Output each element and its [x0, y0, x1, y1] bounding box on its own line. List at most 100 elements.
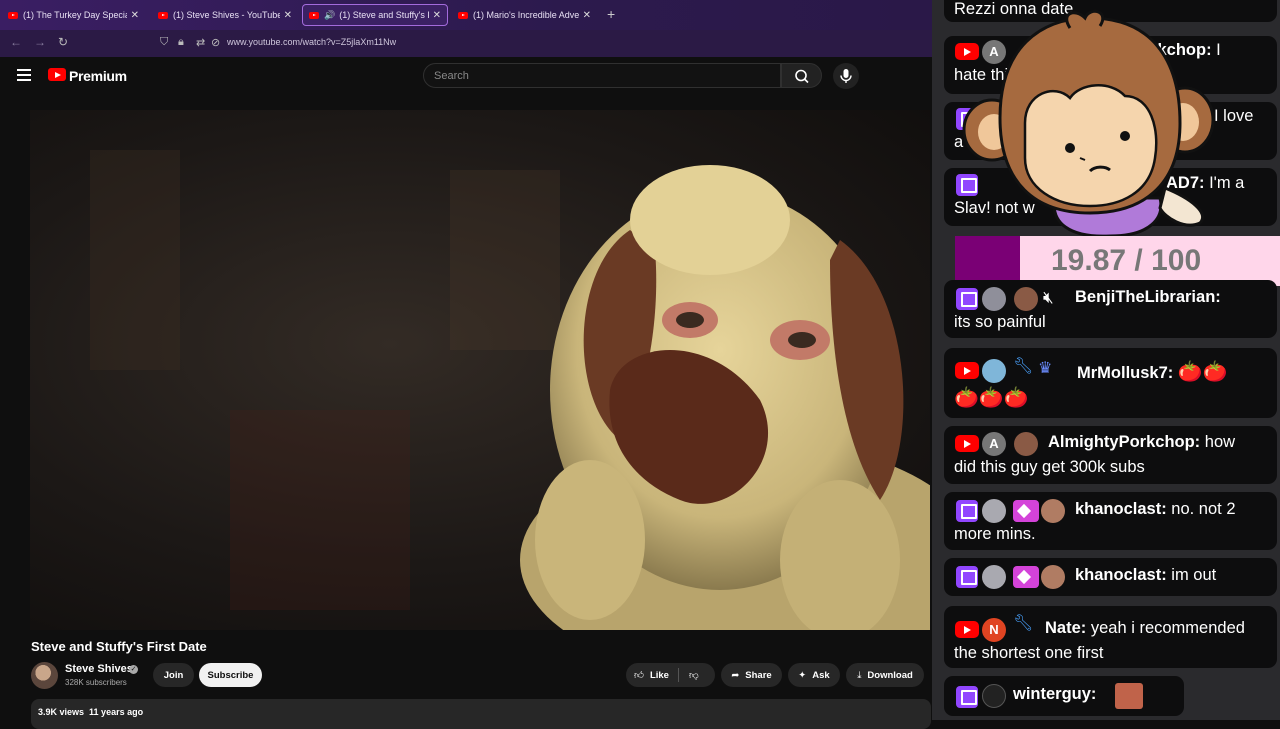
lock-icon[interactable]: 🔒︎ [178, 36, 184, 49]
youtube-icon [955, 362, 979, 379]
chat-line: khanoclast: no. not 2 [1075, 500, 1236, 519]
search-button[interactable] [781, 63, 822, 88]
share-button[interactable]: ➦ Share [721, 663, 782, 687]
youtube-logo-icon[interactable] [48, 68, 66, 81]
plus-icon[interactable]: + [607, 6, 615, 22]
close-icon[interactable]: ✕ [284, 10, 292, 21]
chat-text: yeah i recommended [1086, 619, 1245, 637]
youtube-icon [955, 435, 979, 452]
view-count: 3.9K views [38, 707, 85, 717]
share-icon: ➦ [731, 669, 740, 681]
monkey-mascot-image [962, 9, 1215, 236]
twitch-icon [956, 500, 978, 522]
chat-line: AlmightyPorkchop: how [1048, 433, 1235, 452]
stuffed-dog-image [520, 165, 930, 630]
close-icon[interactable]: ✕ [433, 10, 441, 21]
subscriber-count: 328K subscribers [65, 678, 127, 687]
video-player[interactable] [30, 110, 930, 630]
chat-username: Nate: [1045, 619, 1087, 637]
voice-search-button[interactable] [833, 63, 859, 89]
video-title: Steve and Stuffy's First Date [31, 639, 207, 654]
forward-icon[interactable]: → [34, 35, 46, 49]
tab-title: (1) Steve Shives - YouTube [173, 10, 280, 20]
menu-icon[interactable] [17, 69, 31, 81]
chat-text: no. not 2 [1166, 500, 1236, 518]
avatar [982, 287, 1006, 311]
browser-tab[interactable]: (1) Mario's Incredible Adventure ✕ [452, 4, 597, 26]
browser-tab-bar: (1) The Turkey Day Special 2023 ✕ (1) St… [0, 0, 932, 30]
like-label[interactable]: Like [650, 670, 669, 681]
chat-text: how [1200, 433, 1236, 451]
goal-progress-fill [955, 236, 1020, 286]
youtube-icon [955, 621, 979, 638]
chat-username: MrMollusk7: [1077, 364, 1174, 382]
like-dislike-group: 👍︎ Like 👎︎ [626, 663, 715, 687]
twitch-icon [956, 686, 978, 708]
chat-text: the shortest one first [954, 644, 1104, 662]
url-field[interactable]: www.youtube.com/watch?v=Z5jlaXm11Nw [227, 37, 396, 47]
upload-age: 11 years ago [89, 707, 144, 717]
avatar: A [982, 432, 1006, 456]
browser-tab[interactable]: (1) Steve Shives - YouTube ✕ [152, 4, 298, 26]
mic-icon [840, 69, 852, 83]
back-icon[interactable]: ← [10, 35, 22, 49]
tab-title: (1) The Turkey Day Special 2023 [23, 10, 127, 20]
tab-title: (1) Mario's Incredible Adventure [473, 10, 579, 20]
sparkle-icon: ✦ [798, 669, 807, 681]
close-icon[interactable]: ✕ [583, 10, 591, 21]
chat-line: BenjiTheLibrarian: [1075, 288, 1221, 307]
browser-tab[interactable]: (1) The Turkey Day Special 2023 ✕ [2, 4, 145, 26]
description-box[interactable] [31, 699, 931, 729]
channel-name[interactable]: Steve Shives [65, 663, 133, 675]
youtube-favicon-icon [458, 11, 468, 19]
emote-image [1115, 683, 1143, 709]
avatar: N [982, 618, 1006, 642]
tab-title: (1) Steve and Stuffy's First D [339, 10, 428, 20]
chat-line: khanoclast: im out [1075, 566, 1216, 585]
avatar [1041, 499, 1065, 523]
subscribe-button[interactable]: Subscribe [199, 663, 262, 687]
browser-nav-bar: ← → ↻ ⛉ 🔒︎ ⇄ ⊘ www.youtube.com/watch?v=Z… [0, 30, 932, 57]
chat-text: did this guy get 300k subs [954, 458, 1145, 476]
reload-icon[interactable]: ↻ [58, 35, 68, 49]
logo-text[interactable]: Premium [69, 68, 127, 84]
channel-avatar[interactable] [31, 662, 58, 689]
chat-line: MrMollusk7: 🍅🍅 [1077, 359, 1228, 384]
shield-icon[interactable]: ⛉ [160, 36, 168, 49]
join-label: Join [163, 669, 184, 681]
goal-progress-label: 19.87 / 100 [1051, 244, 1202, 277]
twitch-icon [956, 288, 978, 310]
crown-badge-icon: ♛ [1038, 360, 1053, 377]
chat-username: winterguy: [1013, 685, 1097, 703]
join-button[interactable]: Join [153, 663, 194, 687]
youtube-header: Premium Search [0, 57, 932, 95]
search-icon [795, 69, 809, 84]
download-icon: ⤓ [857, 669, 862, 681]
thumbs-up-icon[interactable]: 👍︎ [634, 669, 644, 681]
chat-text: its so painful [954, 313, 1046, 331]
search-input[interactable]: Search [423, 63, 781, 88]
mute-icon: 🔇︎ [1043, 288, 1054, 307]
youtube-favicon-icon [309, 11, 319, 19]
avatar [982, 684, 1006, 708]
download-button[interactable]: ⤓ Download [846, 663, 924, 687]
chat-text: I love [1214, 107, 1254, 125]
verified-check-icon: ✓ [129, 665, 138, 674]
wrench-icon: 🔧︎ [1013, 358, 1034, 375]
download-label: Download [867, 669, 913, 681]
chat-username: BenjiTheLibrarian: [1075, 288, 1221, 306]
close-icon[interactable]: ✕ [131, 10, 139, 21]
speaker-icon[interactable]: 🔊 [324, 10, 335, 21]
tomato-emoji-icon: 🍅🍅🍅 [954, 387, 1029, 409]
tomato-emoji-icon: 🍅🍅 [1177, 361, 1228, 383]
avatar [982, 359, 1006, 383]
chat-line: Nate: yeah i recommended [1045, 619, 1245, 638]
tracking-icon[interactable]: ⊘ [211, 36, 220, 49]
browser-tab-active[interactable]: 🔊 (1) Steve and Stuffy's First D ✕ [302, 4, 448, 26]
chat-text: im out [1166, 566, 1217, 584]
video-meta: 3.9K views 11 years ago [38, 707, 143, 717]
permissions-icon[interactable]: ⇄ [196, 36, 205, 49]
gem-badge-icon [1013, 566, 1039, 588]
ask-button[interactable]: ✦ Ask [788, 663, 840, 687]
thumbs-down-icon[interactable]: 👎︎ [689, 669, 699, 681]
